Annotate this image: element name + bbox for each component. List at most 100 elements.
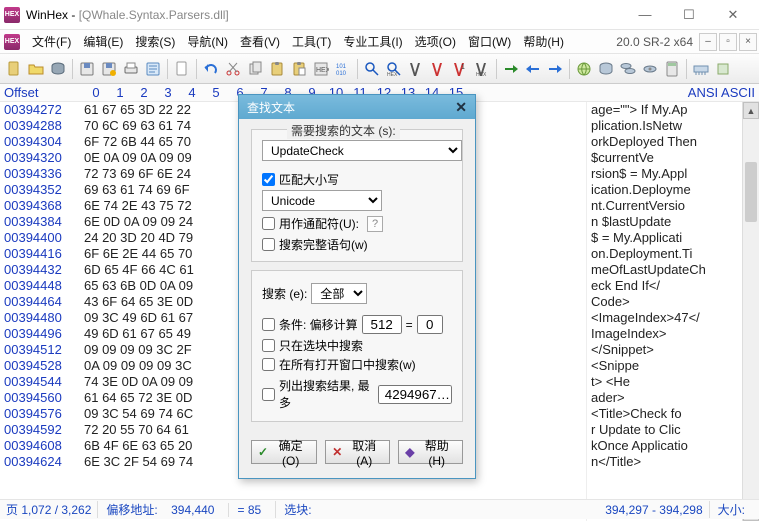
statusbar: 页 1,072 / 3,262 偏移地址: 394,440 = 85 选块: 3… [0,499,759,519]
whole-words-checkbox[interactable]: 搜索完整语句(w) [262,236,452,253]
forward-icon[interactable] [545,59,565,79]
menu-search[interactable]: 搜索(S) [129,31,181,52]
undo-icon[interactable] [201,59,221,79]
chip-icon[interactable] [713,59,733,79]
list-results-checkbox[interactable]: 列出搜索结果, 最多 [262,377,374,411]
version-label: 20.0 SR-2 x64 [616,35,693,49]
disk-image-icon[interactable] [596,59,616,79]
saveas-icon[interactable] [99,59,119,79]
svg-text:1: 1 [461,64,465,71]
svg-text:HEX: HEX [476,72,487,77]
open-disk-icon[interactable] [48,59,68,79]
globe-icon[interactable] [574,59,594,79]
cond-offset-checkbox[interactable]: 条件: 偏移计算 [262,316,358,333]
open-file-icon[interactable] [26,59,46,79]
find-next-red-icon[interactable] [428,59,448,79]
check-icon: ✓ [258,445,268,459]
minimize-button[interactable]: — [623,1,667,29]
find-icon[interactable] [362,59,382,79]
search-text-input[interactable]: UpdateCheck [262,140,462,161]
toolbar: HEX 101010 HEX 1 HEX [0,54,759,84]
menu-window[interactable]: 窗口(W) [462,31,517,52]
encoding-select[interactable]: Unicode [262,190,382,211]
status-page: 页 1,072 / 3,262 [6,501,91,518]
menu-protools[interactable]: 专业工具(I) [337,31,408,52]
ascii-column[interactable]: age=""> If My.Application.IsNetworkDeplo… [586,102,742,521]
match-case-checkbox[interactable]: 匹配大小写 [262,171,452,188]
disk-clone-icon[interactable] [618,59,638,79]
mdi-restore-icon[interactable]: ▫ [719,33,737,51]
find-hex2-icon[interactable]: HEX [472,59,492,79]
list-max-input[interactable] [378,385,452,404]
help-button[interactable]: ◆帮助(H) [398,440,463,464]
status-eq: = 85 [228,503,269,517]
wildcards-help-icon[interactable]: ? [367,216,383,232]
status-offset-label: 偏移地址: [106,503,157,517]
save-icon[interactable] [77,59,97,79]
scroll-up-icon[interactable]: ▲ [743,102,759,119]
menu-view[interactable]: 查看(V) [234,31,286,52]
search-text-label: 需要搜索的文本 (s): [287,122,400,139]
dialog-titlebar[interactable]: 查找文本 ✕ [239,95,475,119]
only-block-checkbox[interactable]: 只在选块中搜索 [262,337,452,354]
find-hex-icon[interactable]: HEX [384,59,404,79]
copy-icon[interactable] [245,59,265,79]
search-scope-label: 搜索 (e): [262,285,307,302]
paste-icon[interactable] [267,59,287,79]
close-button[interactable]: ✕ [711,1,755,29]
wildcards-checkbox[interactable]: 用作通配符(U): [262,215,359,232]
mdi-icon: HEX [4,34,20,50]
titlebar: HEX WinHex - [QWhale.Syntax.Parsers.dll]… [0,0,759,30]
vertical-scrollbar[interactable]: ▲ ▼ [742,102,759,521]
menu-options[interactable]: 选项(O) [409,31,462,52]
dialog-title: 查找文本 [247,99,295,116]
menu-tools[interactable]: 工具(T) [286,31,337,52]
find-prev-icon[interactable]: 1 [450,59,470,79]
menubar: HEX 文件(F) 编辑(E) 搜索(S) 导航(N) 查看(V) 工具(T) … [0,30,759,54]
paste-special-icon[interactable] [289,59,309,79]
scrollbar-thumb[interactable] [745,162,757,222]
copy-hex-icon[interactable]: HEX [311,59,331,79]
help-icon: ◆ [405,445,414,459]
cut-icon[interactable] [223,59,243,79]
dialog-close-icon[interactable]: ✕ [455,99,467,116]
disk-tool-icon[interactable] [640,59,660,79]
mdi-close-icon[interactable]: × [739,33,757,51]
new-file-icon[interactable] [4,59,24,79]
svg-text:101: 101 [336,64,347,70]
codepage-icon[interactable]: 101010 [333,59,353,79]
status-sel-value: 394,297 - 394,298 [605,503,702,517]
cancel-button[interactable]: ✕取消(A) [325,440,390,464]
all-windows-checkbox[interactable]: 在所有打开窗口中搜索(w) [262,356,452,373]
print-icon[interactable] [121,59,141,79]
ok-button[interactable]: ✓确定(O) [251,440,317,464]
cond-value-2[interactable] [417,315,443,334]
cancel-icon: ✕ [332,445,342,459]
status-offset-value: 394,440 [171,503,214,517]
app-icon: HEX [4,7,20,23]
status-size-label: 大小: [718,503,745,517]
properties-icon[interactable] [143,59,163,79]
new-doc-icon[interactable] [172,59,192,79]
calculator-icon[interactable] [662,59,682,79]
svg-text:HEX: HEX [316,67,329,74]
hex-column[interactable]: 61 67 65 3D 22 2270 6C 69 63 61 746F 72 … [80,102,198,521]
window-title: WinHex - [QWhale.Syntax.Parsers.dll] [26,8,229,22]
find-text-icon[interactable] [406,59,426,79]
goto-icon[interactable] [501,59,521,79]
status-sel-label: 选块: [284,503,311,517]
back-icon[interactable] [523,59,543,79]
offset-column: 0039427200394288003943040039432000394336… [0,102,80,521]
menu-edit[interactable]: 编辑(E) [77,31,129,52]
ascii-col-label: ANSI ASCII [688,85,755,100]
ram-icon[interactable] [691,59,711,79]
svg-text:010: 010 [336,71,347,77]
cond-value-1[interactable] [362,315,402,334]
menu-navigate[interactable]: 导航(N) [181,31,234,52]
menu-help[interactable]: 帮助(H) [517,31,570,52]
maximize-button[interactable]: ☐ [667,1,711,29]
mdi-minimize-icon[interactable]: – [699,33,717,51]
menu-file[interactable]: 文件(F) [26,31,77,52]
svg-text:HEX: HEX [387,72,398,77]
search-scope-select[interactable]: 全部 [311,283,367,304]
